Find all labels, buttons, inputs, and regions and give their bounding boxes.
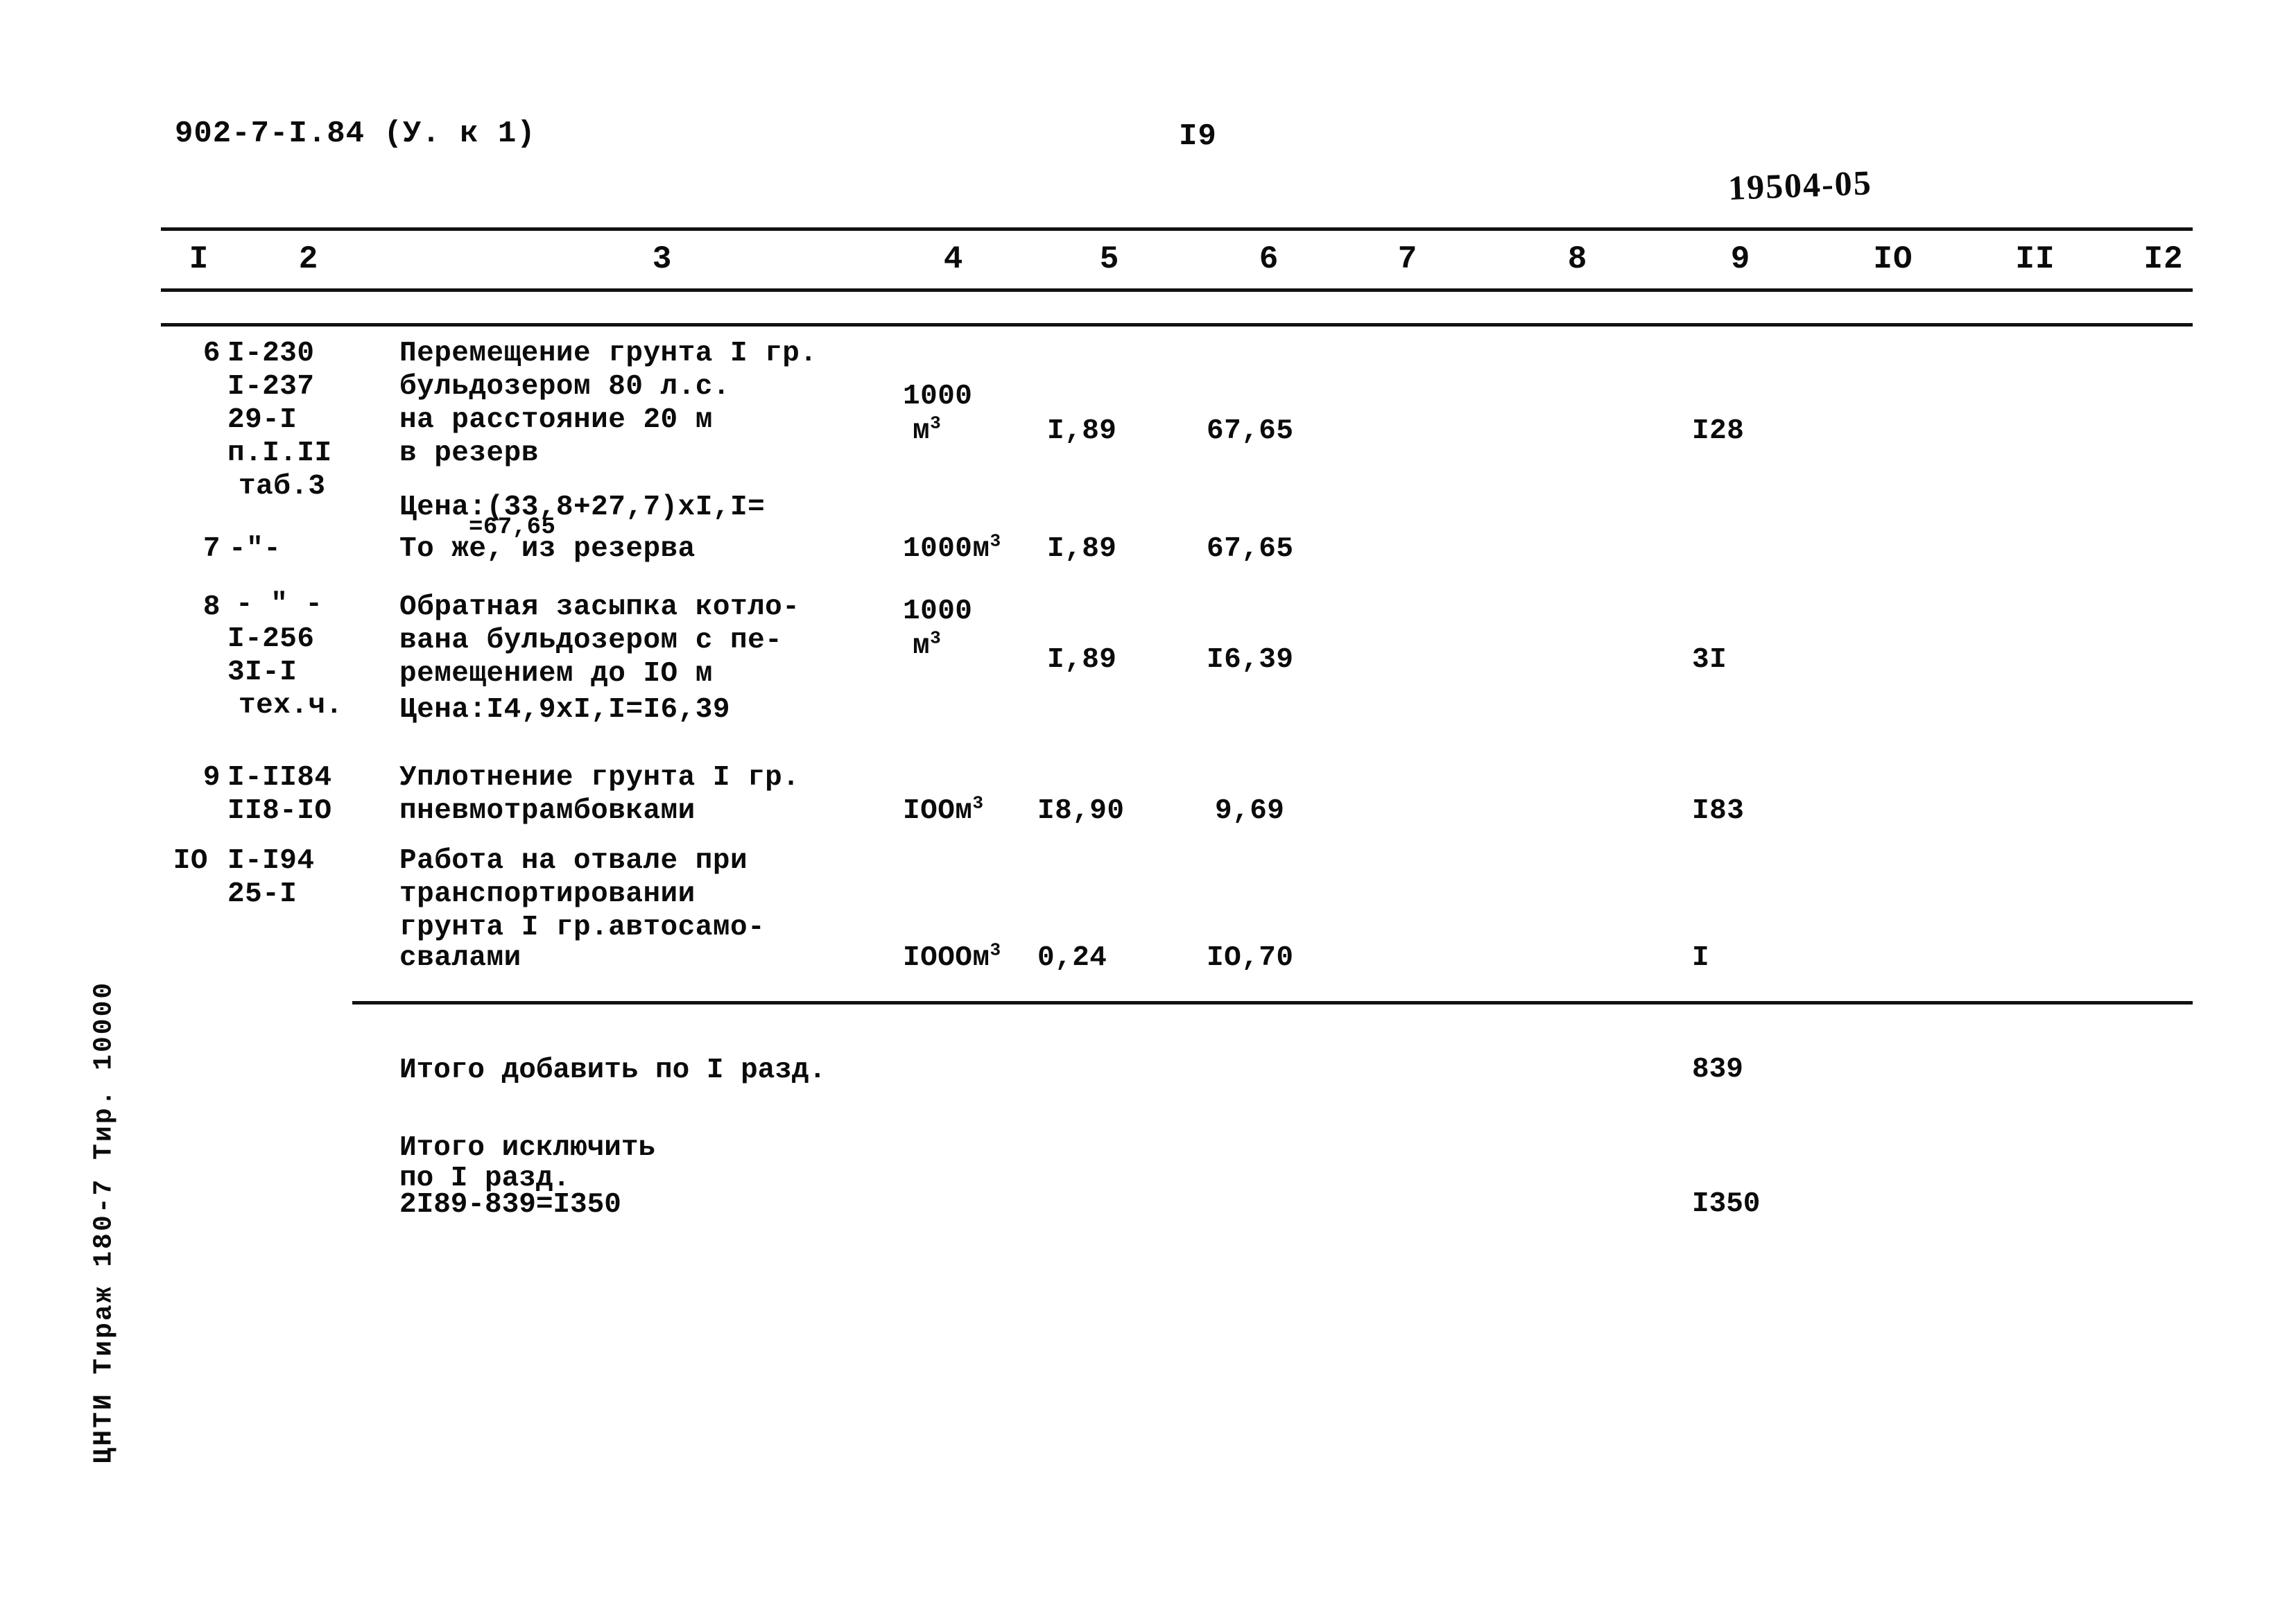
table-rule-body-top <box>161 323 2193 327</box>
row-unit-exponent: 3 <box>990 939 1001 961</box>
column-header-8: 8 <box>1567 241 1588 277</box>
archive-stamp: 19504-05 <box>1727 163 1873 207</box>
row-price-note: Цена:I4,9xI,I=I6,39 <box>399 694 730 726</box>
row-total: I <box>1692 942 1710 974</box>
row-description-line: бульдозером 80 л.с. <box>399 371 730 403</box>
row-unit-exponent: 3 <box>972 792 984 814</box>
row-code: -"- <box>229 533 282 565</box>
row-description-line: в резерв <box>399 437 539 469</box>
row-number: 6 <box>202 338 221 369</box>
row-code: тех.ч. <box>239 690 343 722</box>
row-description-line: Работа на отвале при <box>399 845 748 877</box>
row-unit: IOOOм3 <box>903 941 1001 975</box>
row-description-line: ремещением до IO м <box>399 658 713 690</box>
row-code: I-256 <box>227 623 315 655</box>
column-header-2: 2 <box>298 241 319 277</box>
row-unit-base: IOOOм <box>903 942 990 974</box>
row-description-line: Уплотнение грунта I гр. <box>399 762 800 794</box>
row-unit-exponent: 3 <box>930 412 942 434</box>
document-code: 902-7-I.84 (У. к 1) <box>175 116 536 151</box>
row-unit-price: I6,39 <box>1207 644 1294 676</box>
table-rule-totals <box>352 1001 2193 1005</box>
row-code: 25-I <box>227 878 297 910</box>
row-quantity: I,89 <box>1047 644 1117 676</box>
row-unit-top: 1000 <box>903 381 973 412</box>
row-total: 3I <box>1692 644 1727 676</box>
scanned-page: 902-7-I.84 (У. к 1) I9 19504-05 I 2 3 4 … <box>0 0 2296 1600</box>
column-header-1: I <box>189 241 209 277</box>
row-unit-price: 67,65 <box>1207 533 1294 565</box>
column-header-10: IO <box>1873 241 1913 277</box>
row-quantity: I8,90 <box>1037 795 1125 827</box>
row-unit-base: IOOм <box>903 795 973 827</box>
row-description-line: вана бульдозером с пе- <box>399 625 783 656</box>
row-code: I-II84 <box>227 762 332 794</box>
row-quantity: 0,24 <box>1037 942 1107 974</box>
row-unit-price: 9,69 <box>1215 795 1285 827</box>
row-number: 7 <box>202 533 221 565</box>
total-value: I350 <box>1692 1188 1761 1220</box>
row-description-line: Обратная засыпка котло- <box>399 591 800 623</box>
row-unit-base: м <box>913 415 931 447</box>
row-description-line: То же, из резерва <box>399 533 696 565</box>
row-unit: м3 <box>913 629 941 663</box>
row-code: таб.3 <box>239 471 326 503</box>
total-value: 839 <box>1692 1054 1743 1086</box>
column-header-5: 5 <box>1099 241 1120 277</box>
row-unit-top: 1000 <box>903 595 973 627</box>
printer-imprint: ЦНТИ Тираж 180-7 Тир. 10000 <box>89 980 119 1464</box>
row-total: I83 <box>1692 795 1745 827</box>
row-code: II8-IO <box>227 795 332 827</box>
row-code: 3I-I <box>227 656 297 688</box>
row-description-line: пневмотрамбовками <box>399 795 696 827</box>
row-code: I-237 <box>227 371 315 403</box>
row-quantity: I,89 <box>1047 533 1117 565</box>
column-header-3: 3 <box>652 241 673 277</box>
row-description-line: транспортировании <box>399 878 696 910</box>
row-code: I-230 <box>227 338 315 369</box>
total-label: Итого исключить <box>399 1132 656 1164</box>
table-rule-top <box>161 227 2193 231</box>
row-unit-exponent: 3 <box>990 530 1001 552</box>
total-label: Итого добавить по I разд. <box>399 1054 827 1086</box>
row-unit: м3 <box>913 412 942 448</box>
row-unit-base: 1000м <box>903 533 990 565</box>
row-price-note: Цена:(33,8+27,7)xI,I= <box>399 492 766 523</box>
row-description-line: грунта I гр.автосамо- <box>399 912 766 944</box>
row-unit-price: 67,65 <box>1207 415 1294 447</box>
column-header-6: 6 <box>1259 241 1279 277</box>
page-number: I9 <box>1179 119 1217 154</box>
row-total: I28 <box>1692 415 1745 447</box>
column-header-11: II <box>2015 241 2055 277</box>
row-number: 8 <box>202 591 221 623</box>
row-number: IO <box>173 845 208 877</box>
row-code: I-I94 <box>227 845 315 877</box>
row-unit-base: м <box>913 630 931 662</box>
column-header-7: 7 <box>1397 241 1418 277</box>
row-number: 9 <box>202 762 221 794</box>
row-code: 29-I <box>227 404 297 436</box>
row-description-line: на расстояние 20 м <box>399 404 713 436</box>
total-calculation: 2I89-839=I350 <box>399 1189 621 1221</box>
column-header-4: 4 <box>943 241 964 277</box>
column-header-12: I2 <box>2143 241 2184 277</box>
row-unit-price: IO,70 <box>1207 942 1294 974</box>
row-code: п.I.II <box>227 437 332 469</box>
row-description-line: Перемещение грунта I гр. <box>399 338 818 369</box>
row-description-line: свалами <box>399 942 521 974</box>
row-quantity: I,89 <box>1047 415 1117 447</box>
row-unit: 1000м3 <box>903 532 1001 566</box>
table-rule-under-colnums <box>161 288 2193 292</box>
column-header-9: 9 <box>1730 241 1751 277</box>
row-unit: IOOм3 <box>903 794 984 828</box>
row-unit-exponent: 3 <box>930 627 942 649</box>
row-code: - " - <box>236 589 323 620</box>
